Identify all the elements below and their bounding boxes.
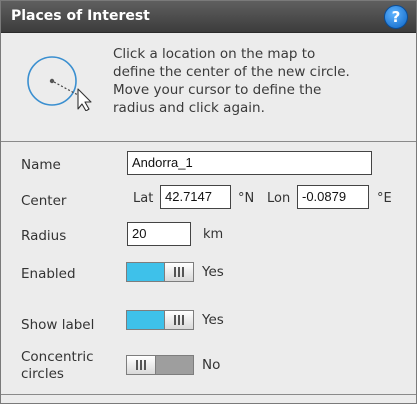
lat-label: Lat xyxy=(133,191,154,206)
lat-unit: °N xyxy=(238,191,255,206)
show-label-state: Yes xyxy=(202,312,224,328)
lon-label: Lon xyxy=(267,191,291,206)
lon-unit: °E xyxy=(377,191,392,206)
lat-input[interactable]: 42.7147 xyxy=(160,185,231,209)
enabled-toggle[interactable] xyxy=(126,262,194,282)
enabled-state: Yes xyxy=(202,264,224,280)
toggle-knob[interactable] xyxy=(126,355,156,375)
radius-input[interactable]: 20 xyxy=(127,222,191,246)
panel-titlebar: Places of Interest ? xyxy=(1,1,416,33)
toggle-knob[interactable] xyxy=(164,262,194,282)
divider xyxy=(1,394,416,395)
help-icon[interactable]: ? xyxy=(384,5,408,29)
instructions-text: Click a location on the map to define th… xyxy=(113,46,350,116)
radius-unit: km xyxy=(203,227,224,242)
show-label-label: Show label xyxy=(21,317,95,333)
show-label-toggle[interactable] xyxy=(126,310,194,330)
name-label: Name xyxy=(21,157,61,173)
panel-title: Places of Interest xyxy=(11,8,150,24)
concentric-toggle[interactable] xyxy=(126,355,194,375)
toggle-knob[interactable] xyxy=(164,310,194,330)
name-input[interactable]: Andorra_1 xyxy=(127,151,372,175)
concentric-state: No xyxy=(202,357,221,373)
concentric-label: Concentric circles xyxy=(21,349,94,382)
divider xyxy=(1,141,416,142)
circle-draw-illustration-icon xyxy=(27,56,92,111)
enabled-label: Enabled xyxy=(21,266,76,282)
center-label: Center xyxy=(21,193,67,209)
radius-label: Radius xyxy=(21,228,67,244)
places-of-interest-panel: Places of Interest ? Click a location on… xyxy=(0,0,417,404)
lon-input[interactable]: -0.0879 xyxy=(297,185,369,209)
